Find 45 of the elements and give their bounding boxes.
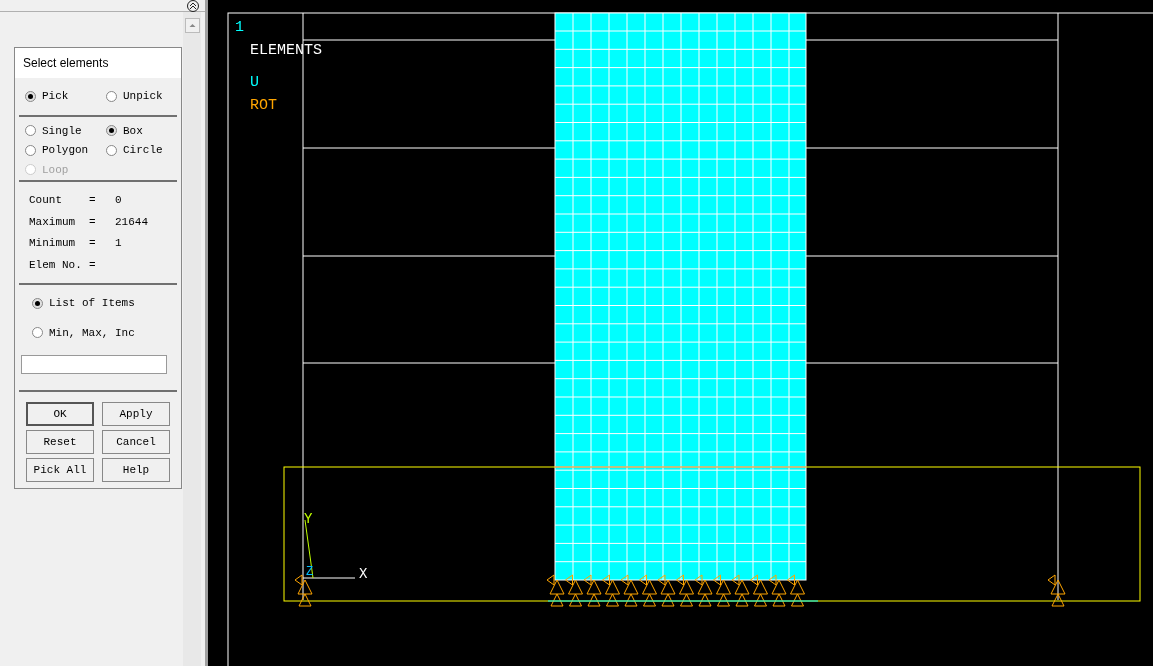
dialog-button[interactable]: Reset: [26, 430, 94, 454]
stat-label: Minimum: [29, 236, 77, 251]
radio-button[interactable]: [106, 144, 117, 156]
scrollbar[interactable]: [183, 12, 201, 666]
equals-sign: =: [89, 257, 97, 273]
axis-label: X: [359, 567, 368, 581]
stat-label: Count: [29, 193, 63, 208]
radio-button[interactable]: [32, 327, 43, 339]
radio-button[interactable]: [106, 90, 117, 102]
stat-label: Maximum: [29, 214, 77, 230]
legend-title: ELEMENTS: [250, 43, 322, 58]
radio-button[interactable]: [25, 125, 36, 137]
radio-label[interactable]: List of Items: [49, 295, 135, 312]
equals-sign: =: [89, 214, 97, 230]
scroll-up-icon[interactable]: [184, 18, 200, 33]
radio-label[interactable]: Single: [42, 122, 82, 139]
axis-label: Y: [304, 512, 313, 526]
axis-label: Z: [306, 566, 314, 578]
input-field[interactable]: [21, 355, 167, 374]
stat-value: 21644: [115, 214, 148, 230]
radio-button[interactable]: [106, 125, 117, 137]
radio-label[interactable]: Polygon: [42, 142, 89, 159]
stat-value: 1: [115, 236, 122, 251]
radio-label[interactable]: Box: [123, 122, 143, 139]
radio-button[interactable]: [32, 297, 43, 309]
dialog-button[interactable]: Cancel: [102, 430, 170, 454]
dialog-button[interactable]: Apply: [102, 402, 170, 426]
dialog-button[interactable]: Help: [102, 458, 170, 482]
equals-sign: =: [89, 236, 97, 251]
collapse-icon[interactable]: [187, 0, 199, 12]
dialog-button[interactable]: Pick All: [26, 458, 94, 482]
dialog-title: Select elements: [15, 48, 181, 78]
window-number: 1: [235, 20, 245, 35]
equals-sign: =: [89, 193, 97, 208]
radio-button[interactable]: [25, 144, 36, 156]
radio-label[interactable]: Circle: [123, 142, 163, 159]
radio-button[interactable]: [25, 90, 36, 102]
radio-label[interactable]: Min, Max, Inc: [49, 324, 135, 341]
radio-label[interactable]: Unpick: [123, 88, 163, 105]
radio-label[interactable]: Pick: [42, 88, 69, 105]
legend-item: U: [250, 75, 260, 90]
legend-item: ROT: [250, 98, 278, 113]
dialog-button[interactable]: OK: [26, 402, 94, 426]
stat-value: 0: [115, 193, 122, 208]
stat-label: Elem No.: [29, 257, 83, 273]
